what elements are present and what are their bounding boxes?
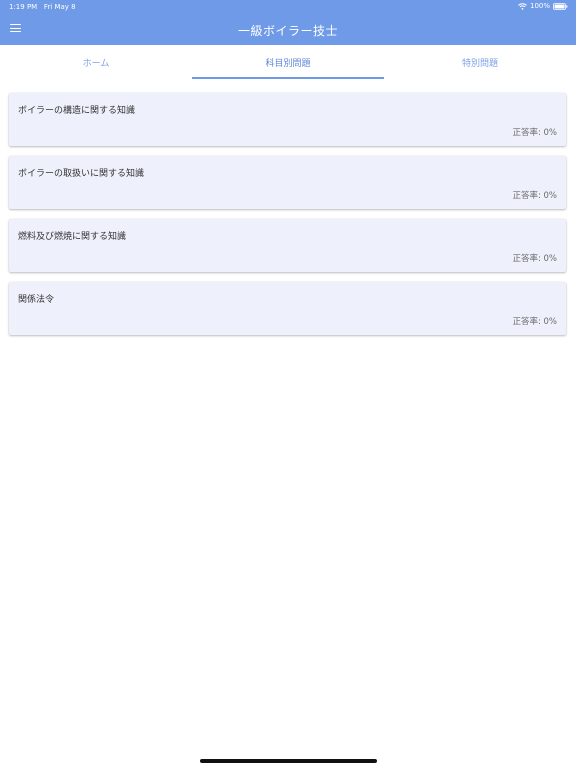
app-screen: 1:19 PM Fri May 8 100% 一級ボイラー技士 ホーム 科目別問… [0,0,576,768]
tab-home[interactable]: ホーム [0,45,192,79]
battery-icon [553,2,568,10]
active-tab-indicator [192,77,384,79]
app-header: 1:19 PM Fri May 8 100% 一級ボイラー技士 [0,0,576,45]
status-bar: 1:19 PM Fri May 8 100% [0,0,576,14]
correct-rate: 正答率: 0% [512,191,557,201]
subject-title: ボイラーの構造に関する知識 [18,106,136,116]
tab-subject-questions[interactable]: 科目別問題 [192,45,384,79]
subject-card-related-laws[interactable]: 関係法令 正答率: 0% [9,282,566,335]
status-date: Fri May 8 [43,3,76,11]
home-indicator[interactable] [200,759,377,763]
correct-rate: 正答率: 0% [512,254,557,264]
subject-card-boiler-structure[interactable]: ボイラーの構造に関する知識 正答率: 0% [9,93,566,146]
subject-card-fuel-combustion[interactable]: 燃料及び燃焼に関する知識 正答率: 0% [9,219,566,272]
tab-bar: ホーム 科目別問題 特別問題 [0,45,576,79]
subject-card-boiler-handling[interactable]: ボイラーの取扱いに関する知識 正答率: 0% [9,156,566,209]
status-indicators: 100% [518,2,568,10]
status-time: 1:19 PM [9,3,38,11]
battery-percent: 100% [529,2,550,10]
subject-title: 燃料及び燃焼に関する知識 [18,232,127,242]
page-title: 一級ボイラー技士 [237,24,338,38]
subject-title: ボイラーの取扱いに関する知識 [18,169,145,179]
wifi-icon [518,2,527,10]
correct-rate: 正答率: 0% [512,128,557,138]
subject-title: 関係法令 [18,295,55,305]
status-time-date: 1:19 PM Fri May 8 [9,3,76,11]
correct-rate: 正答率: 0% [512,317,557,327]
tab-special-questions[interactable]: 特別問題 [384,45,576,79]
